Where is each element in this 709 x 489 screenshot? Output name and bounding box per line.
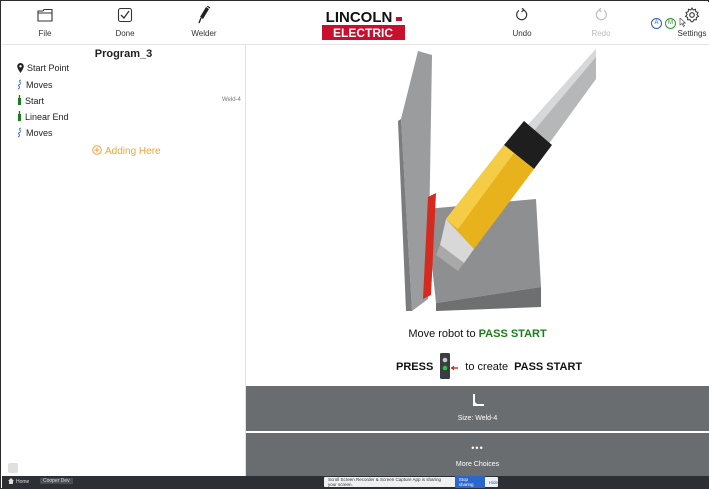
- adding-here-label: Adding Here: [105, 146, 161, 157]
- adding-here-marker[interactable]: Adding Here: [92, 145, 161, 158]
- main-panel: Move robot to PASS START PRESS to create…: [246, 45, 709, 476]
- top-toolbar: File Done Welder LINCOLN ELECTRIC Undo R…: [2, 2, 709, 45]
- press-highlight: PASS START: [514, 361, 583, 373]
- welder-label: Welder: [191, 29, 217, 38]
- instruction-highlight: PASS START: [478, 328, 547, 340]
- home-label: Home: [16, 479, 30, 485]
- moves-icon: [17, 79, 23, 90]
- size-panel-button[interactable]: Size: Weld-4: [246, 386, 709, 431]
- logo-line1: LINCOLN: [326, 9, 393, 26]
- undo-label: Undo: [512, 29, 532, 38]
- tree-item-linear-end[interactable]: Linear End: [17, 111, 69, 122]
- press-label: PRESS: [396, 361, 434, 373]
- tree-item-label: Linear End: [25, 111, 69, 122]
- undo-button[interactable]: Undo: [492, 6, 552, 38]
- logo-line2: ELECTRIC: [333, 26, 393, 40]
- stop-sharing-button[interactable]: Stop sharing: [454, 476, 485, 488]
- redo-button[interactable]: Redo: [571, 6, 631, 38]
- file-button[interactable]: File: [15, 6, 75, 38]
- done-button[interactable]: Done: [95, 6, 155, 38]
- checkbox-icon: [95, 6, 155, 24]
- undo-icon: [492, 6, 552, 24]
- instruction-press: PRESS to create PASS START: [396, 352, 583, 383]
- tree-item-label: Moves: [26, 79, 53, 90]
- pin-icon: [17, 63, 24, 73]
- size-label: Size: Weld-4: [457, 415, 498, 422]
- welder-torch-icon: [174, 6, 234, 24]
- auto-badge[interactable]: A: [651, 17, 662, 29]
- instruction-move: Move robot to PASS START: [246, 328, 709, 340]
- hide-button[interactable]: Hide: [489, 480, 498, 485]
- pendant-button-icon: [439, 352, 459, 383]
- weld-tag: Weld-4: [222, 97, 241, 103]
- more-dots-icon: •••: [471, 443, 484, 453]
- settings-label: Settings: [677, 29, 707, 38]
- scroll-handle[interactable]: [8, 463, 18, 473]
- more-choices-label: More Choices: [455, 461, 500, 468]
- moves-icon: [17, 127, 23, 138]
- more-choices-button[interactable]: ••• More Choices: [246, 433, 709, 476]
- tree-item-moves[interactable]: Moves: [17, 79, 53, 90]
- tree-item-start[interactable]: Start: [17, 95, 44, 106]
- os-taskbar: Home Cooper Dev Scroll Screen Recorder &…: [2, 476, 709, 489]
- share-message: Scroll Screen Recorder & Screen Capture …: [328, 477, 442, 487]
- tree-item-moves-2[interactable]: Moves: [17, 127, 53, 138]
- gear-icon: [672, 6, 709, 24]
- folder-icon: [15, 6, 75, 24]
- press-suffix: to create: [465, 361, 509, 373]
- file-label: File: [38, 29, 52, 38]
- redo-icon: [571, 6, 631, 24]
- tree-item-label: Moves: [26, 127, 53, 138]
- instruction-prefix: Move robot to: [408, 328, 476, 340]
- tree-item-label: Start: [25, 95, 45, 106]
- app-window: File Done Welder LINCOLN ELECTRIC Undo R…: [0, 0, 709, 489]
- tree-item-label: Start Point: [27, 63, 70, 73]
- weld-joint-icon: [471, 393, 485, 412]
- home-icon: [8, 478, 14, 486]
- welder-button[interactable]: Welder: [174, 6, 234, 38]
- done-label: Done: [115, 29, 135, 38]
- screen-share-banner: Scroll Screen Recorder & Screen Capture …: [324, 476, 498, 488]
- add-circle-icon: [92, 145, 102, 158]
- settings-button[interactable]: Settings: [672, 6, 709, 38]
- app-label: Cooper Dev: [43, 478, 70, 484]
- taskbar-home[interactable]: Home: [8, 478, 29, 486]
- weld-joint-scene: [376, 49, 596, 319]
- program-title: Program_3: [94, 48, 153, 60]
- weld-start-icon: [17, 111, 22, 122]
- redo-label: Redo: [591, 29, 611, 38]
- taskbar-app[interactable]: Cooper Dev: [40, 478, 73, 484]
- lincoln-electric-logo: LINCOLN ELECTRIC: [322, 8, 405, 41]
- weld-start-icon: [17, 95, 22, 106]
- program-sidebar: Program_3 Start Point Moves Start Weld-4…: [2, 45, 246, 476]
- tree-item-start-point[interactable]: Start Point: [17, 63, 69, 73]
